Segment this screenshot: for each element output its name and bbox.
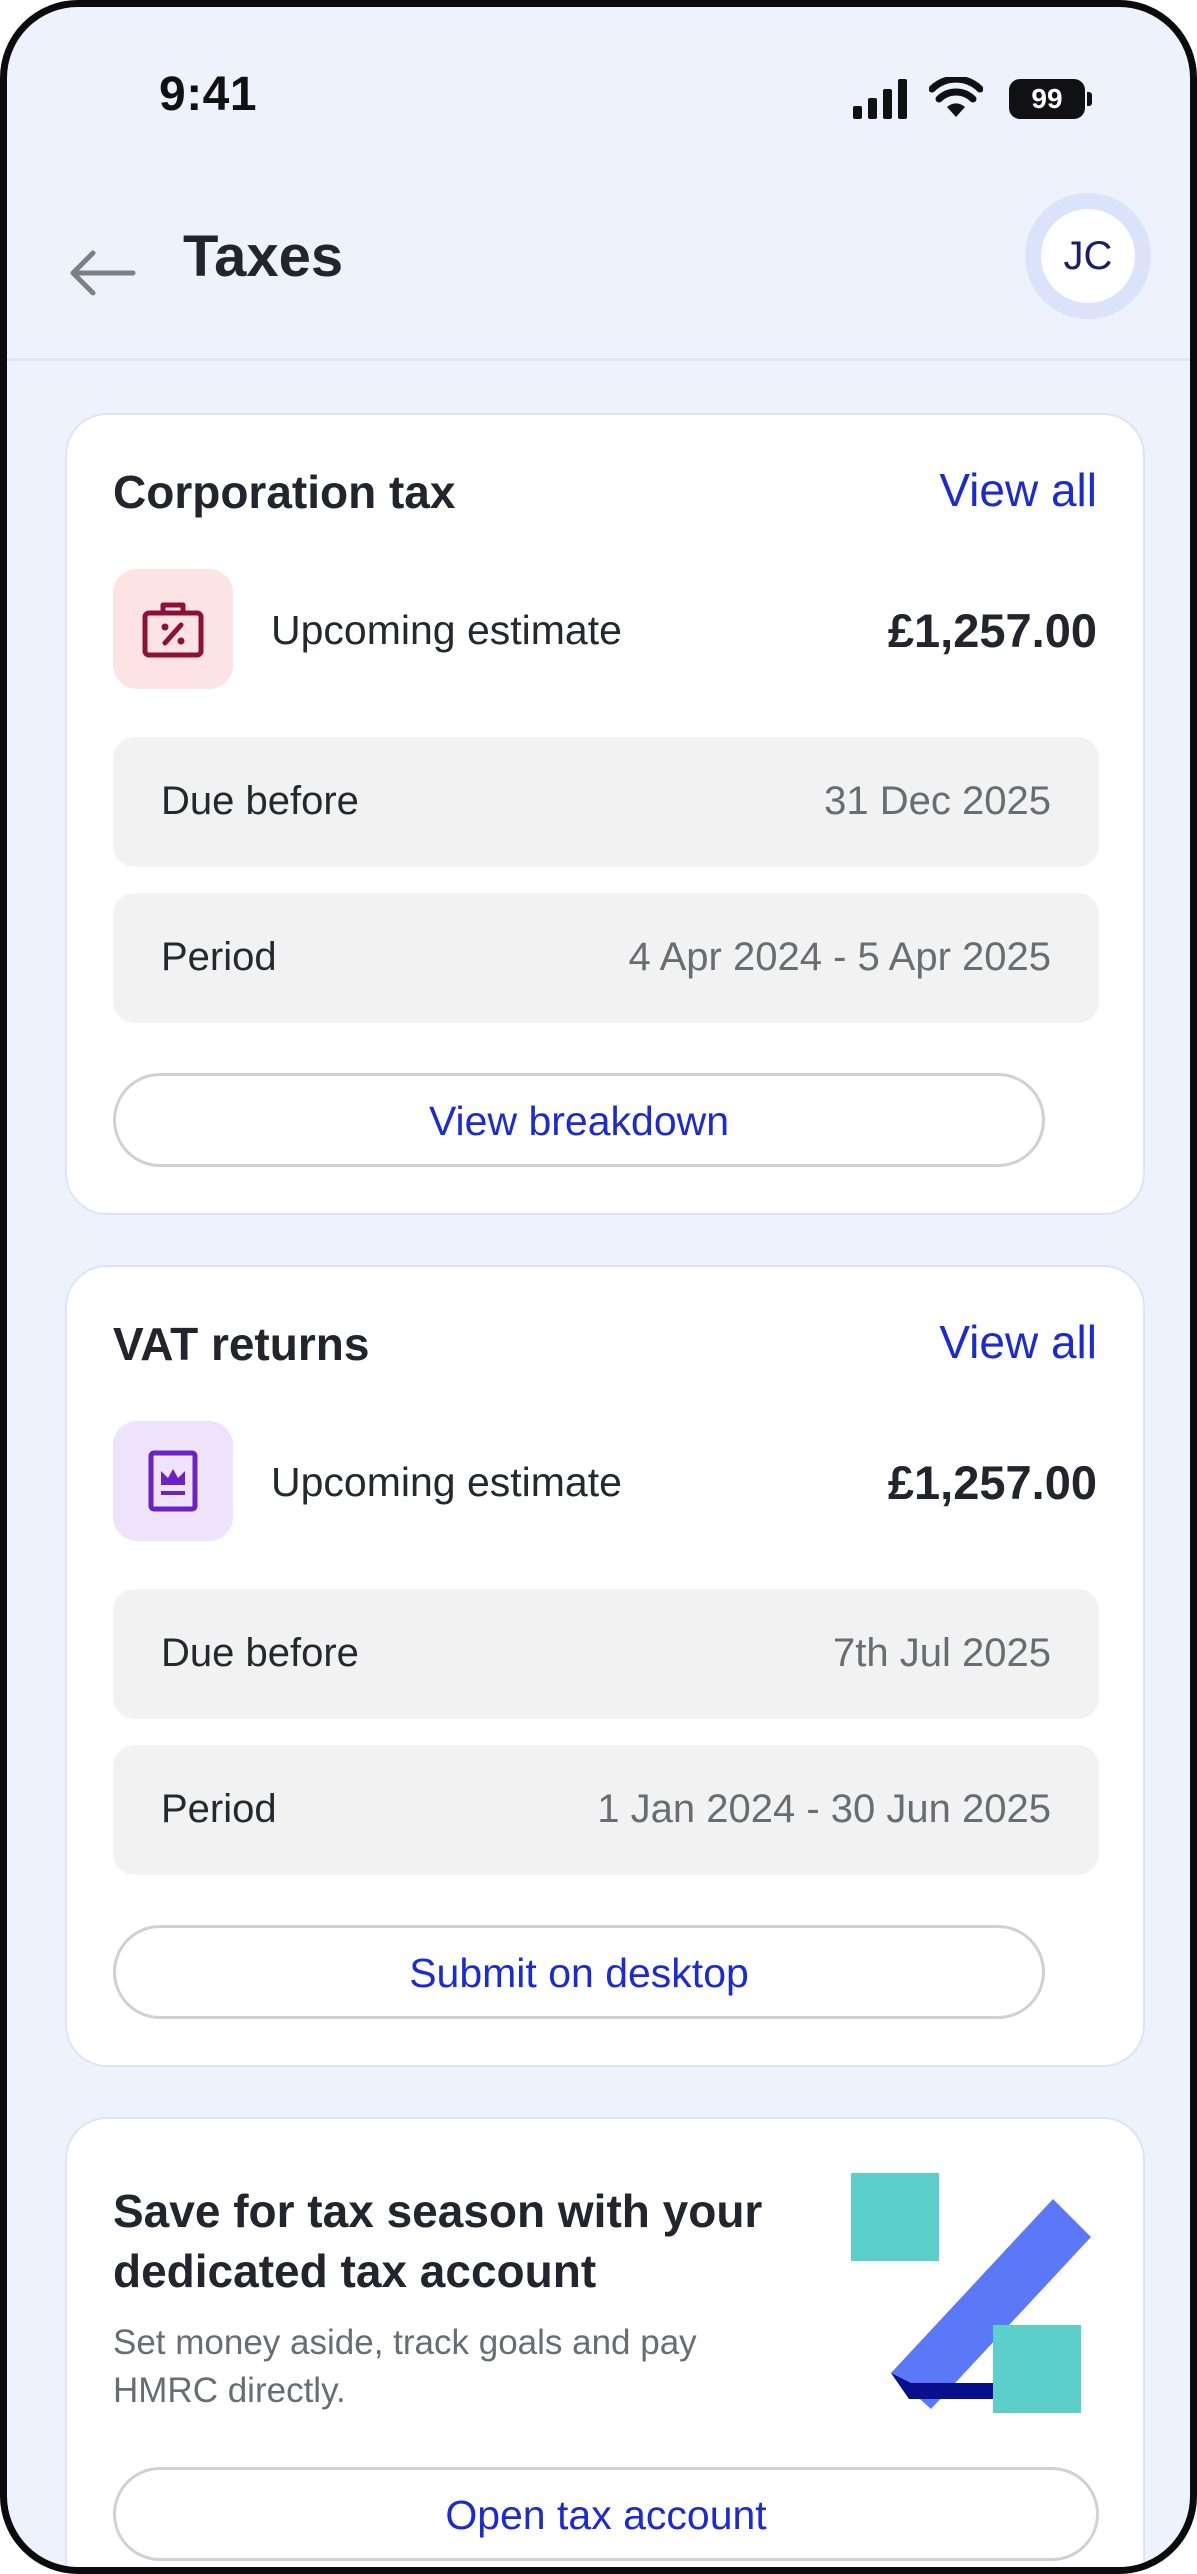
due-before-row: Due before 31 Dec 2025 bbox=[113, 737, 1099, 867]
view-breakdown-button[interactable]: View breakdown bbox=[113, 1073, 1045, 1167]
row-label: Due before bbox=[161, 1631, 359, 1675]
open-tax-account-button[interactable]: Open tax account bbox=[113, 2467, 1099, 2561]
back-button[interactable] bbox=[63, 233, 143, 313]
crown-document-icon bbox=[148, 1450, 198, 1512]
briefcase-percent-icon bbox=[142, 602, 204, 658]
row-value: 4 Apr 2024 - 5 Apr 2025 bbox=[628, 935, 1051, 979]
vat-returns-view-all-link[interactable]: View all bbox=[939, 1315, 1097, 1369]
promo-title: Save for tax season with your dedicated … bbox=[113, 2185, 763, 2297]
battery-level: 99 bbox=[1009, 79, 1085, 119]
period-row: Period 1 Jan 2024 - 30 Jun 2025 bbox=[113, 1745, 1099, 1875]
estimate-label: Upcoming estimate bbox=[271, 607, 622, 653]
estimate-amount: £1,257.00 bbox=[887, 1456, 1097, 1509]
period-row: Period 4 Apr 2024 - 5 Apr 2025 bbox=[113, 893, 1099, 1023]
page-title: Taxes bbox=[183, 224, 344, 289]
row-value: 31 Dec 2025 bbox=[824, 779, 1051, 823]
wifi-icon bbox=[929, 77, 983, 117]
icon-tile bbox=[113, 569, 233, 689]
estimate-amount: £1,257.00 bbox=[887, 604, 1097, 657]
card-title: VAT returns bbox=[113, 1318, 370, 1370]
promo-description: Set money aside, track goals and pay HMR… bbox=[113, 2323, 697, 2410]
arrow-left-icon bbox=[70, 250, 136, 296]
row-value: 7th Jul 2025 bbox=[833, 1631, 1051, 1675]
corporation-tax-card: Corporation tax View all Upcoming estima… bbox=[65, 413, 1145, 1215]
status-bar: 9:41 99 bbox=[7, 7, 1190, 177]
corporation-tax-view-all-link[interactable]: View all bbox=[939, 463, 1097, 517]
due-before-row: Due before 7th Jul 2025 bbox=[113, 1589, 1099, 1719]
battery-icon: 99 bbox=[1009, 79, 1092, 119]
avatar-button[interactable]: JC bbox=[1025, 193, 1151, 319]
icon-tile bbox=[113, 1421, 233, 1541]
battery-tip bbox=[1087, 92, 1092, 106]
card-title: Corporation tax bbox=[113, 466, 456, 518]
row-label: Due before bbox=[161, 779, 359, 823]
page-header: Taxes JC bbox=[7, 177, 1190, 361]
submit-on-desktop-button[interactable]: Submit on desktop bbox=[113, 1925, 1045, 2019]
avatar: JC bbox=[1041, 209, 1135, 303]
status-time: 9:41 bbox=[159, 68, 258, 121]
tax-account-promo-card: Save for tax season with your dedicated … bbox=[65, 2117, 1145, 2567]
row-label: Period bbox=[161, 935, 277, 979]
estimate-label: Upcoming estimate bbox=[271, 1459, 622, 1505]
signal-icon bbox=[853, 79, 907, 119]
row-label: Period bbox=[161, 1787, 277, 1831]
row-value: 1 Jan 2024 - 30 Jun 2025 bbox=[597, 1787, 1051, 1831]
vat-returns-card: VAT returns View all Upcoming estimate £… bbox=[65, 1265, 1145, 2067]
percent-illustration bbox=[851, 2173, 1091, 2413]
phone-frame: 9:41 99 Taxes JC Corporation tax View al… bbox=[0, 0, 1197, 2574]
